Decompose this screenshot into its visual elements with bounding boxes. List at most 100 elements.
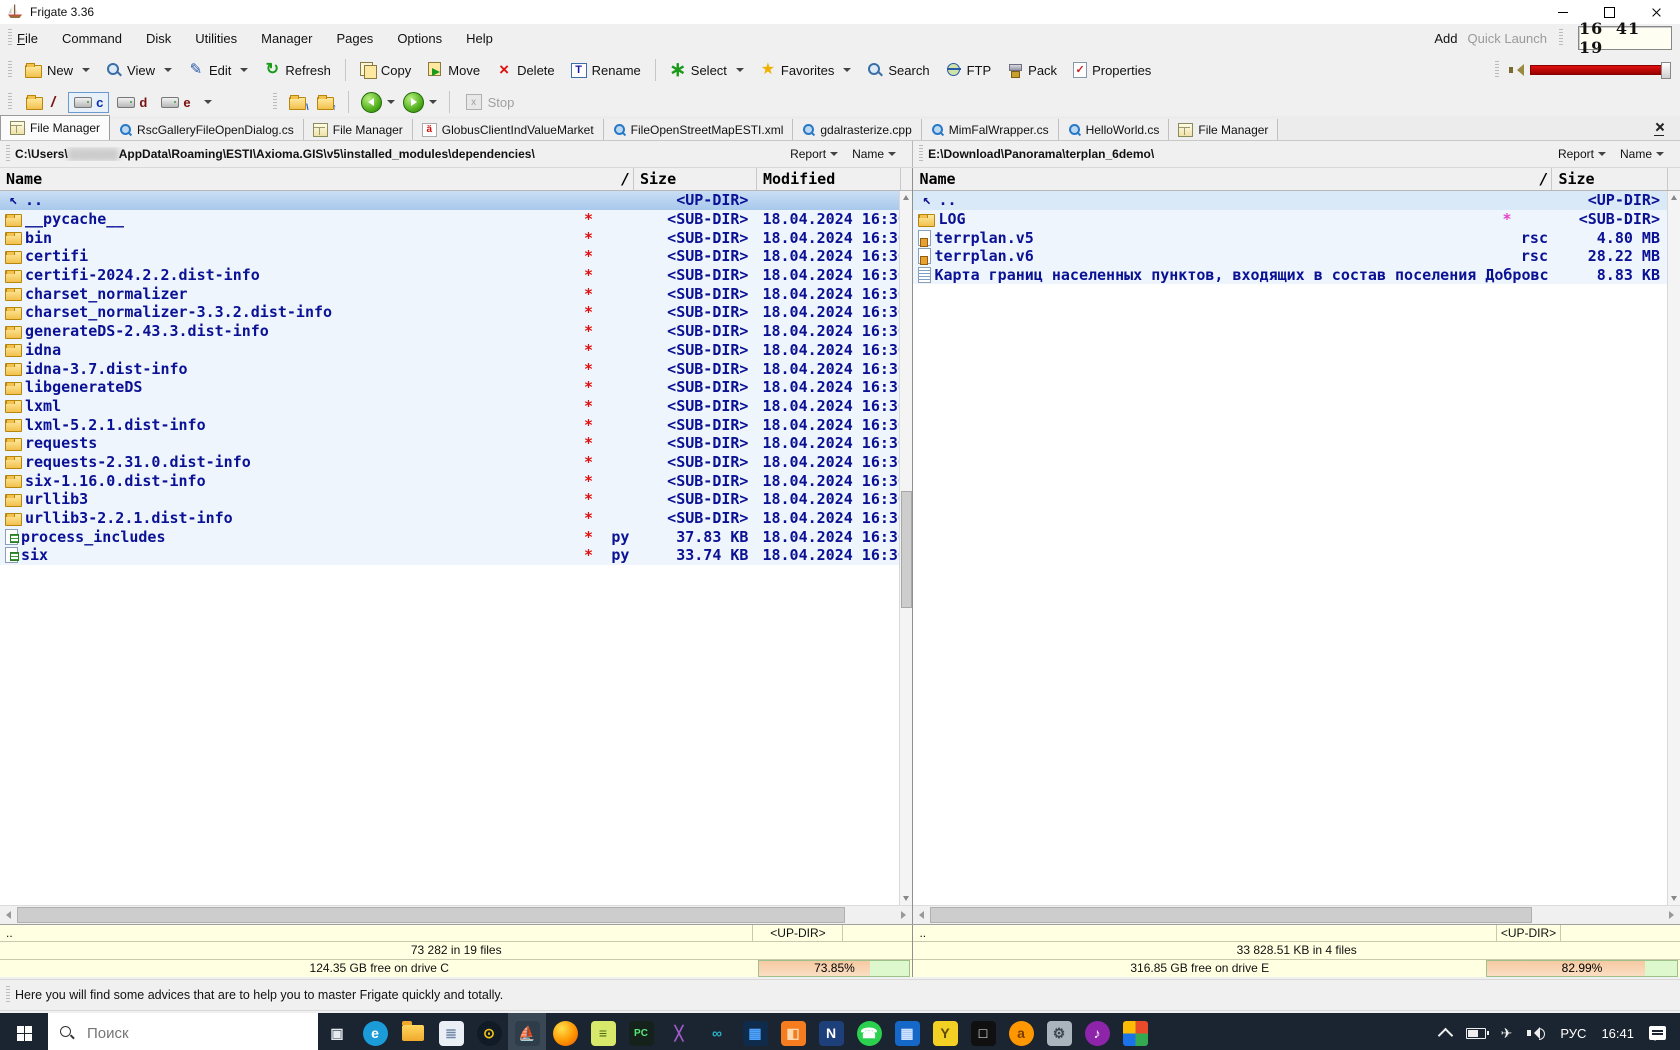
scroll-thumb[interactable] [930, 907, 1533, 923]
root-folder-button[interactable]: / [20, 91, 65, 114]
back-button[interactable] [360, 91, 395, 113]
column-header-modified[interactable]: Modified [757, 168, 901, 190]
file-explorer-icon[interactable] [394, 1013, 432, 1050]
scroll-left-icon[interactable] [913, 906, 931, 924]
shield-app-icon[interactable]: ▦ [736, 1013, 774, 1050]
scroll-track[interactable] [17, 906, 896, 924]
visual-studio-icon[interactable]: ╳ [660, 1013, 698, 1050]
file-row[interactable]: idna * <SUB-DIR> 18.04.2024 16:30 [0, 340, 901, 360]
tab-3[interactable]: File Manager [303, 119, 413, 140]
notification-center-icon[interactable] [1649, 1026, 1666, 1041]
right-order-button[interactable]: Name [1620, 147, 1664, 161]
move-button[interactable]: Move [419, 58, 488, 82]
navy-app-icon[interactable]: N [812, 1013, 850, 1050]
menubar-grip[interactable] [8, 29, 12, 47]
stop-button[interactable]: x Stop [465, 94, 514, 110]
column-header-name[interactable]: Name / [0, 168, 634, 190]
pack-button[interactable]: Pack [999, 58, 1065, 82]
parent-folder-button[interactable]: ↑ [314, 91, 338, 113]
maximize-button[interactable] [1586, 0, 1633, 24]
volume-tray-icon[interactable] [1527, 1026, 1546, 1040]
right-path[interactable]: E:\Download\Panorama\terplan_6demo\ [928, 147, 1154, 161]
left-report-button[interactable]: Report [790, 147, 839, 161]
file-row[interactable]: charset_normalizer-3.3.2.dist-info * <SUB-… [0, 303, 901, 322]
menu-file[interactable]: File [17, 31, 38, 46]
horizontal-scrollbar[interactable] [0, 905, 913, 924]
file-row[interactable]: lxml-5.2.1.dist-info * <SUB-DIR> 18.04.2024… [0, 415, 901, 434]
left-order-button[interactable]: Name [852, 147, 897, 161]
file-row[interactable]: libgenerateDS * <SUB-DIR> 18.04.2024 16:30 [0, 377, 901, 397]
menu-pages[interactable]: Pages [336, 31, 373, 46]
edit-path-button[interactable]: \ [286, 91, 310, 113]
tab-7[interactable]: MimFalWrapper.cs [921, 119, 1059, 140]
task-view-icon[interactable]: ▣ [318, 1013, 356, 1050]
infinity-app-icon[interactable]: ∞ [698, 1013, 736, 1050]
tray-clock[interactable]: 16:41 [1601, 1026, 1634, 1041]
file-row[interactable]: idna-3.7.dist-info * <SUB-DIR> 18.04.2024 1… [0, 359, 901, 378]
menu-manager[interactable]: Manager [261, 31, 312, 46]
scroll-thumb[interactable] [901, 491, 913, 608]
file-row[interactable]: six * py 33.74 KB 18.04.2024 16:30 [0, 546, 901, 565]
black-app-icon[interactable]: □ [964, 1013, 1002, 1050]
copy-button[interactable]: Copy [352, 58, 419, 82]
menu-utilities[interactable]: Utilities [195, 31, 237, 46]
refresh-button[interactable]: ↻ Refresh [256, 58, 339, 82]
tab-9[interactable]: File Manager [1169, 119, 1279, 140]
menu-command[interactable]: Command [62, 31, 122, 46]
ftp-button[interactable]: FTP [938, 58, 1000, 82]
edge-icon[interactable]: e [356, 1013, 394, 1050]
volume-slider[interactable] [1530, 62, 1671, 79]
footer-updir-path[interactable]: .. [0, 925, 752, 941]
minimize-button[interactable] [1539, 0, 1586, 24]
footer-updir-path[interactable]: .. [913, 925, 1496, 941]
drive-e-button[interactable]: e [155, 92, 196, 113]
tab-2[interactable]: RscGalleryFileOpenDialog.cs [110, 119, 304, 140]
yellow-app-icon[interactable]: Y [926, 1013, 964, 1050]
search-input[interactable] [85, 1023, 279, 1043]
airplane-mode-icon[interactable]: ✈ [1501, 1025, 1513, 1042]
document-app-icon[interactable]: ≣ [432, 1013, 470, 1050]
rename-button[interactable]: T Rename [563, 59, 649, 82]
file-row[interactable]: urllib3-2.2.1.dist-info * <SUB-DIR> 18.04.2… [0, 508, 901, 528]
favorites-button[interactable]: ★ Favorites [752, 58, 859, 82]
properties-button[interactable]: ✓ Properties [1065, 58, 1159, 82]
vertical-scrollbar[interactable] [899, 191, 913, 905]
office-grid-app-icon[interactable] [1116, 1013, 1154, 1050]
close-tab-button[interactable] [1654, 122, 1666, 136]
amber-circle-app-icon[interactable]: a [1002, 1013, 1040, 1050]
pycharm-icon[interactable]: PC [622, 1013, 660, 1050]
lock-app-icon[interactable]: ⊙ [470, 1013, 508, 1050]
file-row[interactable]: certifi-2024.2.2.dist-info * <SUB-DIR> 18.0… [0, 265, 901, 285]
file-row[interactable]: urllib3 * <SUB-DIR> 18.04.2024 16:30 [0, 490, 901, 509]
edit-button[interactable]: ✎ Edit [180, 58, 256, 82]
purple-circle-app-icon[interactable]: ♪ [1078, 1013, 1116, 1050]
file-row[interactable]: Карта границ населенных пунктов, входящи… [913, 265, 1668, 285]
speaker-icon[interactable] [1509, 63, 1525, 77]
scroll-right-icon[interactable] [1663, 906, 1680, 924]
scroll-down-icon[interactable] [1668, 892, 1679, 905]
file-row[interactable]: ↖.. <UP-DIR> [0, 191, 901, 210]
taskbar-search[interactable] [48, 1013, 318, 1050]
scroll-thumb[interactable] [17, 907, 845, 923]
scroll-up-icon[interactable] [900, 191, 911, 204]
file-row[interactable]: terrplan.v6 rsc 28.22 MB [913, 247, 1668, 266]
frigate-ship-icon[interactable]: ⛵ [508, 1013, 546, 1050]
nav-grip[interactable] [272, 93, 277, 111]
file-row[interactable]: lxml * <SUB-DIR> 18.04.2024 16:30 [0, 396, 901, 416]
drive-list-caret-icon[interactable] [203, 100, 212, 104]
file-row[interactable]: requests-2.31.0.dist-info * <SUB-DIR> 18.04… [0, 452, 901, 472]
start-button[interactable] [0, 1013, 48, 1050]
notes-app-icon[interactable]: ≡ [584, 1013, 622, 1050]
tab-8[interactable]: HelloWorld.cs [1058, 119, 1170, 140]
tab-4[interactable]: ä GlobusClientIndValueMarket [412, 119, 604, 140]
orange-app-icon[interactable]: ◧ [774, 1013, 812, 1050]
column-header-name[interactable]: Name / [913, 168, 1553, 190]
file-row[interactable]: terrplan.v5 rsc 4.80 MB [913, 228, 1668, 248]
file-row[interactable]: generateDS-2.43.3.dist-info * <SUB-DIR> 18.… [0, 321, 901, 341]
whatsapp-icon[interactable]: ☎ [850, 1013, 888, 1050]
delete-button[interactable]: × Delete [488, 58, 563, 82]
horizontal-scrollbar[interactable] [913, 905, 1680, 924]
toolbar-grip[interactable] [8, 61, 12, 79]
file-row[interactable]: process_includes * py 37.83 KB 18.04.2024 16… [0, 527, 901, 547]
scroll-right-icon[interactable] [895, 906, 913, 924]
